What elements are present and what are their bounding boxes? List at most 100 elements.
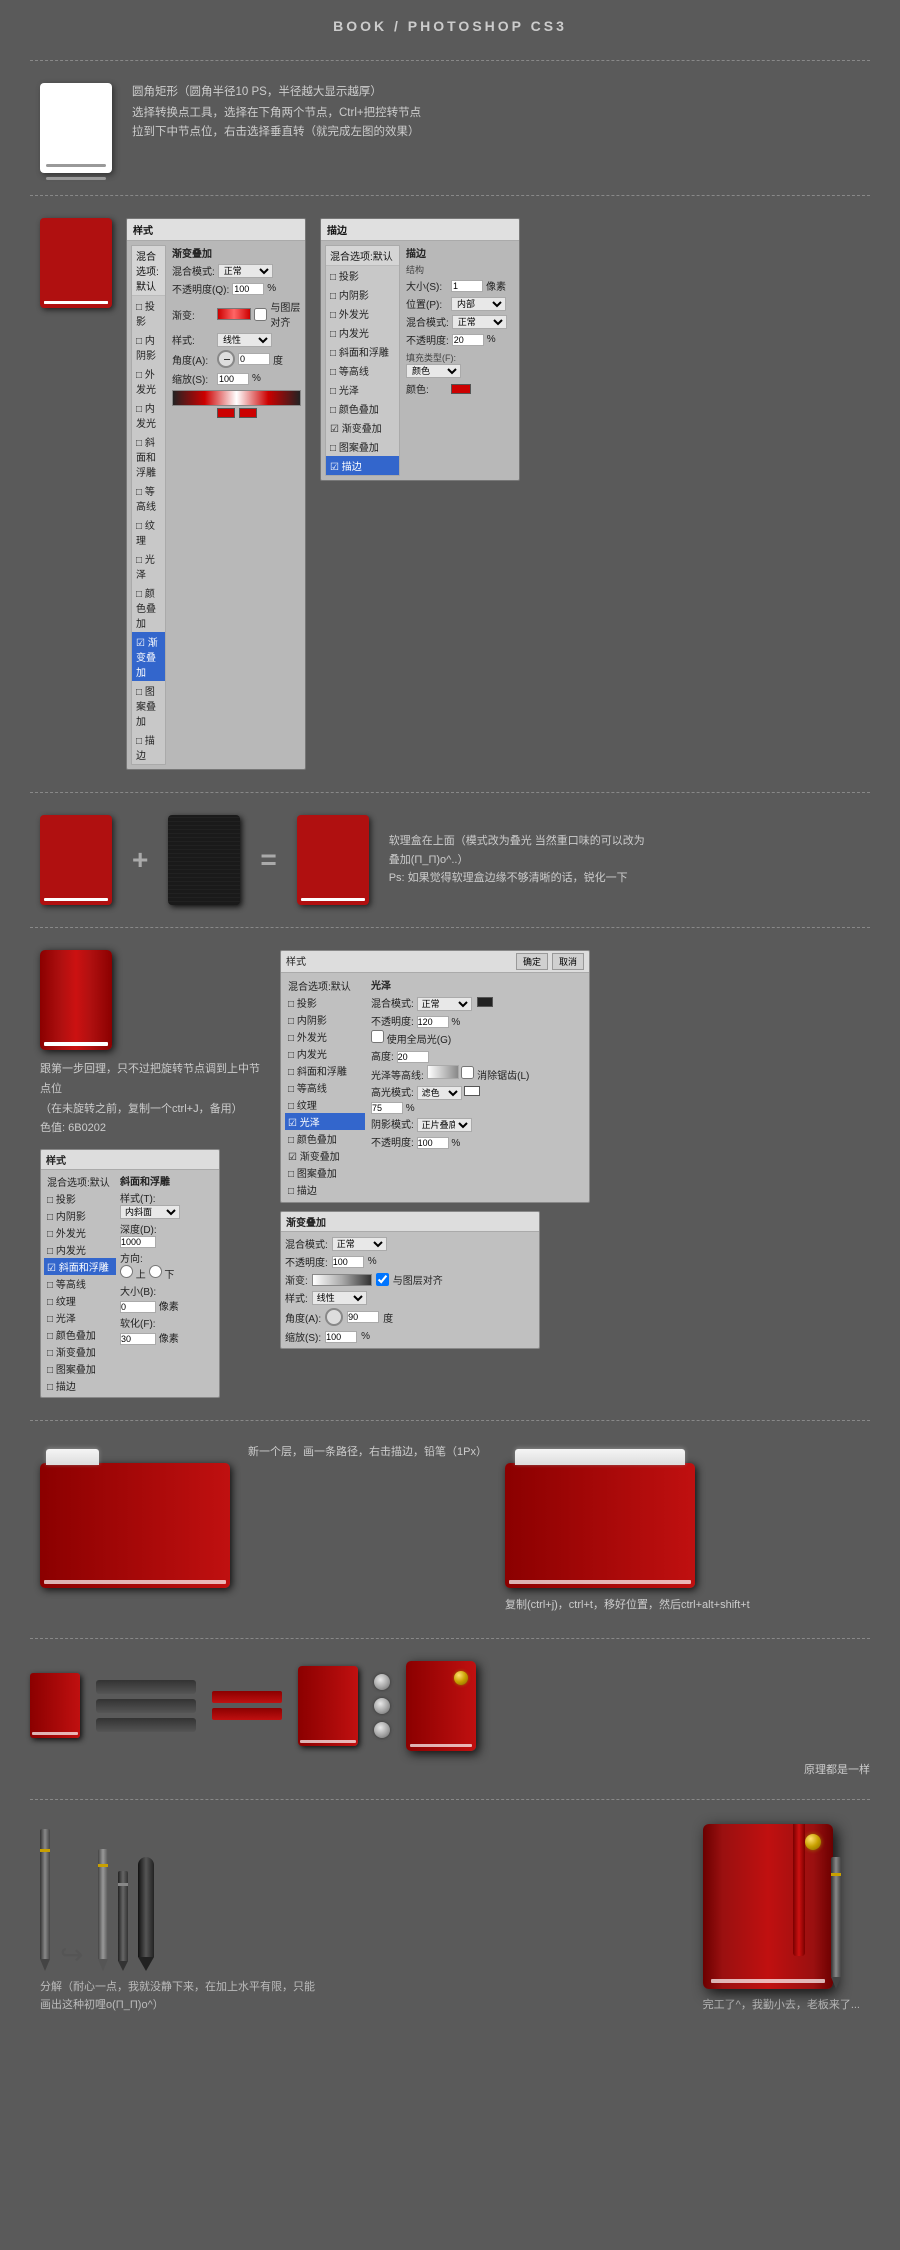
gl-stroke[interactable]: □ 描边 xyxy=(285,1181,365,1198)
satin2[interactable]: □ 光泽 xyxy=(326,380,399,399)
b-grad-ov[interactable]: □ 渐变叠加 xyxy=(44,1343,116,1360)
b-blend-options[interactable]: 混合选项:默认 xyxy=(44,1173,116,1190)
stroke-blend-select[interactable]: 正常 xyxy=(452,315,507,329)
gl-grad-ov[interactable]: ☑ 渐变叠加 xyxy=(285,1147,365,1164)
gl-inner-glow[interactable]: □ 内发光 xyxy=(285,1045,365,1062)
stroke-size-input[interactable] xyxy=(451,280,483,292)
b-inner-shadow[interactable]: □ 内阴影 xyxy=(44,1207,116,1224)
b-satin[interactable]: □ 光泽 xyxy=(44,1309,116,1326)
bevel-depth-input[interactable] xyxy=(120,1236,156,1248)
gradient-overlay-settings: 渐变叠加 混合模式: 正常 不透明度(Q): % 渐变: 与图层对齐 xyxy=(172,245,301,765)
section4-right: 样式 确定 取消 混合选项:默认 □ 投影 □ 内阴影 □ 外发光 □ 内发光 … xyxy=(280,950,860,1349)
b-texture[interactable]: □ 纹理 xyxy=(44,1292,116,1309)
inner-glow2[interactable]: □ 内发光 xyxy=(326,323,399,342)
cancel-btn[interactable]: 取消 xyxy=(552,953,584,970)
b-drop-shadow[interactable]: □ 投影 xyxy=(44,1190,116,1207)
grad-angle-input[interactable] xyxy=(347,1311,379,1323)
gl-bevel[interactable]: □ 斜面和浮雕 xyxy=(285,1062,365,1079)
drop-shadow2[interactable]: □ 投影 xyxy=(326,266,399,285)
angle-dial[interactable] xyxy=(217,350,235,368)
color-stop-2[interactable] xyxy=(239,408,257,418)
inner-glow[interactable]: □ 内发光 xyxy=(132,398,165,432)
gl-inner[interactable]: □ 内阴影 xyxy=(285,1011,365,1028)
angle-input[interactable] xyxy=(238,353,270,365)
bevel-emboss[interactable]: □ 斜面和浮雕 xyxy=(132,432,165,481)
global-light-cb[interactable] xyxy=(371,1030,384,1043)
highlight-mode-select[interactable]: 滤色 xyxy=(417,1086,462,1100)
color-overlay[interactable]: □ 颜色叠加 xyxy=(132,583,165,632)
stroke[interactable]: □ 描边 xyxy=(132,730,165,764)
opacity-input[interactable] xyxy=(232,283,264,295)
color-overlay2[interactable]: □ 颜色叠加 xyxy=(326,399,399,418)
satin-height-input[interactable] xyxy=(397,1051,429,1063)
bevel-size-input[interactable] xyxy=(120,1301,156,1313)
gradient-preview-swatch[interactable] xyxy=(217,308,251,320)
gl-texture[interactable]: □ 纹理 xyxy=(285,1096,365,1113)
highlight-contour[interactable] xyxy=(427,1065,459,1079)
color-stop-1[interactable] xyxy=(217,408,235,418)
gradient-overlay2[interactable]: ☑ 渐变叠加 xyxy=(326,418,399,437)
grad-style-select[interactable]: 线性 xyxy=(312,1291,367,1305)
grad-gradient-swatch[interactable] xyxy=(312,1274,372,1286)
gl-outer[interactable]: □ 外发光 xyxy=(285,1028,365,1045)
grad-opacity-input[interactable] xyxy=(332,1256,364,1268)
stroke-opacity-input[interactable] xyxy=(452,334,484,346)
color-swatch[interactable] xyxy=(451,384,471,394)
gl-satin-active[interactable]: ☑ 光泽 xyxy=(285,1113,365,1130)
anti-alias-cb[interactable] xyxy=(461,1066,474,1079)
satin[interactable]: □ 光泽 xyxy=(132,549,165,583)
reverse-checkbox[interactable] xyxy=(254,308,267,321)
gradient-overlay-active[interactable]: ☑ 渐变叠加 xyxy=(132,632,165,681)
shadow-opacity-input[interactable] xyxy=(417,1137,449,1149)
bevel2[interactable]: □ 斜面和浮雕 xyxy=(326,342,399,361)
gl-color-ov[interactable]: □ 颜色叠加 xyxy=(285,1130,365,1147)
texture[interactable]: □ 纹理 xyxy=(132,515,165,549)
dir-up-radio[interactable] xyxy=(120,1265,133,1278)
drop-shadow[interactable]: □ 投影 xyxy=(132,296,165,330)
b-color-ov[interactable]: □ 颜色叠加 xyxy=(44,1326,116,1343)
pattern-overlay[interactable]: □ 图案叠加 xyxy=(132,681,165,730)
b-stroke[interactable]: □ 描边 xyxy=(44,1377,116,1394)
shadow-mode-select[interactable]: 正片叠底 xyxy=(417,1118,472,1132)
dir-down-radio[interactable] xyxy=(149,1265,162,1278)
outer-glow[interactable]: □ 外发光 xyxy=(132,364,165,398)
red-straps-group xyxy=(212,1691,282,1720)
contour[interactable]: □ 等高线 xyxy=(132,481,165,515)
gl-pattern-ov[interactable]: □ 图案叠加 xyxy=(285,1164,365,1181)
gl-drop[interactable]: □ 投影 xyxy=(285,994,365,1011)
gl-contour[interactable]: □ 等高线 xyxy=(285,1079,365,1096)
outer-glow2[interactable]: □ 外发光 xyxy=(326,304,399,323)
pattern-overlay2[interactable]: □ 图案叠加 xyxy=(326,437,399,456)
stroke-opacity-row: 不透明度: % xyxy=(406,332,515,347)
grad-angle-dial[interactable] xyxy=(325,1308,343,1326)
grad-align-cb[interactable] xyxy=(376,1273,389,1286)
highlight-color[interactable] xyxy=(464,1086,480,1096)
grad-scale-input[interactable] xyxy=(325,1331,357,1343)
inner-shadow[interactable]: □ 内阴影 xyxy=(132,330,165,364)
satin-blend-select[interactable]: 正常 xyxy=(417,997,472,1011)
b-contour[interactable]: □ 等高线 xyxy=(44,1275,116,1292)
satin-blend-row: 混合模式: 正常 xyxy=(371,995,585,1011)
b-inner-glow[interactable]: □ 内发光 xyxy=(44,1241,116,1258)
bevel-soften-input[interactable] xyxy=(120,1333,156,1345)
duplicated-books xyxy=(505,1463,695,1588)
style-select[interactable]: 线性 xyxy=(217,333,272,347)
highlight-opacity-input[interactable] xyxy=(371,1102,403,1114)
stroke-active[interactable]: ☑ 描边 xyxy=(326,456,399,475)
b-outer-glow[interactable]: □ 外发光 xyxy=(44,1224,116,1241)
inner-shadow2[interactable]: □ 内阴影 xyxy=(326,285,399,304)
b-bevel-active[interactable]: ☑ 斜面和浮雕 xyxy=(44,1258,116,1275)
confirm-btn[interactable]: 确定 xyxy=(516,953,548,970)
final-composition: 完工了^，我勤小去，老板来了... xyxy=(703,1824,860,2015)
stroke-pos-select[interactable]: 内部 xyxy=(451,297,506,311)
scale-input[interactable] xyxy=(217,373,249,385)
b-pattern-ov[interactable]: □ 图案叠加 xyxy=(44,1360,116,1377)
fill-type-select[interactable]: 颜色 xyxy=(406,364,461,378)
grad-blend-select[interactable]: 正常 xyxy=(332,1237,387,1251)
contour2[interactable]: □ 等高线 xyxy=(326,361,399,380)
blend-mode-select[interactable]: 正常 xyxy=(218,264,273,278)
bevel-style-select[interactable]: 内斜面 xyxy=(120,1205,180,1219)
satin-color-swatch[interactable] xyxy=(477,997,493,1007)
gl-blend[interactable]: 混合选项:默认 xyxy=(285,977,365,994)
satin-opacity-input[interactable] xyxy=(417,1016,449,1028)
